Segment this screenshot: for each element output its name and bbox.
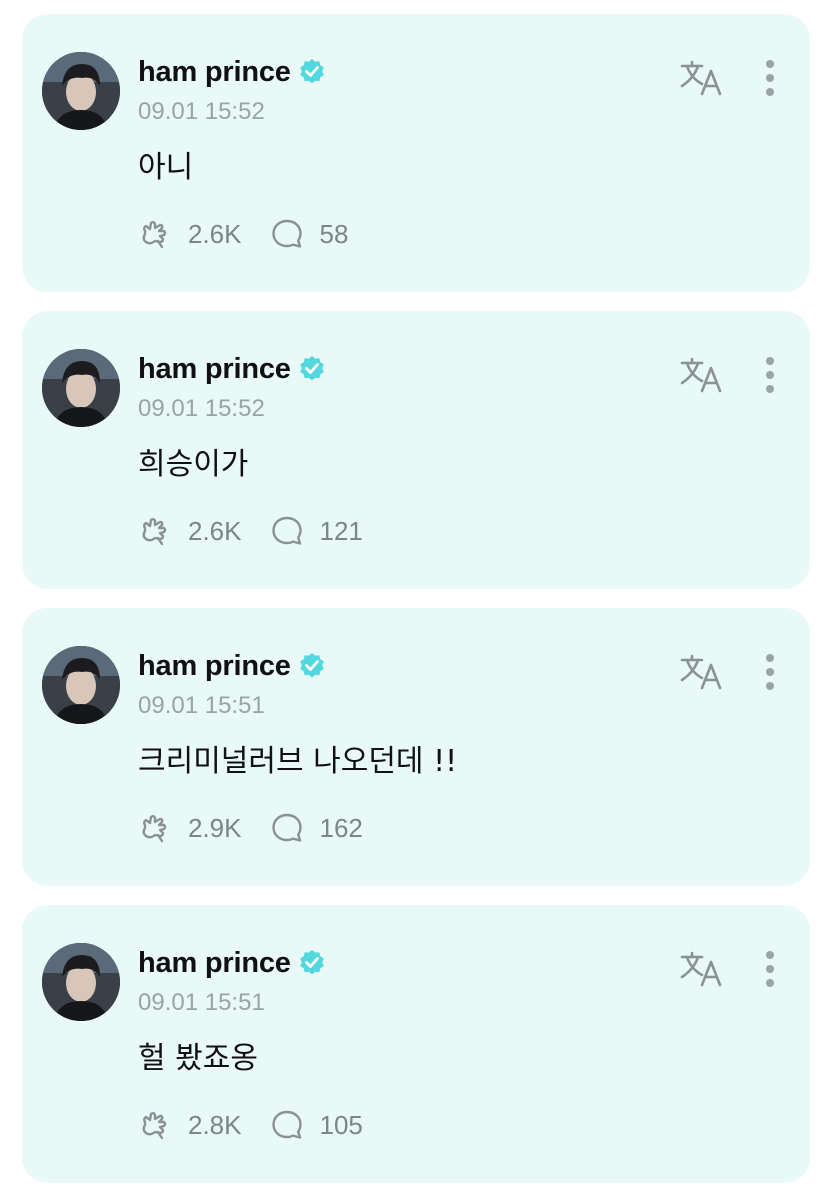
like-hand-icon[interactable] xyxy=(138,811,172,845)
author-row: ham prince xyxy=(138,351,327,387)
post-timestamp: 09.01 15:51 xyxy=(138,989,265,1016)
avatar[interactable] xyxy=(42,349,120,427)
comment-group[interactable]: 105 xyxy=(270,1108,363,1142)
post-text: 헐 봤죠옹 xyxy=(138,1041,258,1076)
more-vertical-icon[interactable] xyxy=(760,652,780,692)
comment-group[interactable]: 121 xyxy=(270,514,363,548)
author-row: ham prince xyxy=(138,945,327,981)
post-card[interactable]: ham prince 09.01 15:52 희승이가 2.6K 121 xyxy=(22,311,810,589)
comment-group[interactable]: 58 xyxy=(270,217,349,251)
post-stats: 2.9K 162 xyxy=(138,810,363,846)
like-count: 2.8K xyxy=(188,1109,242,1140)
post-feed: ham prince 09.01 15:52 아니 2.6K 58 ham pr… xyxy=(0,0,832,1200)
post-card[interactable]: ham prince 09.01 15:51 크리미널러브 나오던데 !! 2.… xyxy=(22,608,810,886)
verified-badge-icon xyxy=(297,354,327,384)
post-text: 크리미널러브 나오던데 !! xyxy=(138,744,458,779)
post-text: 희승이가 xyxy=(138,447,249,482)
comment-bubble-icon[interactable] xyxy=(270,1108,304,1142)
comment-bubble-icon[interactable] xyxy=(270,217,304,251)
like-hand-icon[interactable] xyxy=(138,1108,172,1142)
comment-group[interactable]: 162 xyxy=(270,811,363,845)
post-timestamp: 09.01 15:52 xyxy=(138,98,265,125)
comment-bubble-icon[interactable] xyxy=(270,811,304,845)
comment-count: 162 xyxy=(319,812,363,843)
more-vertical-icon[interactable] xyxy=(760,355,780,395)
like-hand-icon[interactable] xyxy=(138,217,172,251)
post-stats: 2.8K 105 xyxy=(138,1107,363,1143)
verified-badge-icon xyxy=(297,57,327,87)
like-count: 2.6K xyxy=(188,515,242,546)
avatar[interactable] xyxy=(42,646,120,724)
comment-bubble-icon[interactable] xyxy=(270,514,304,548)
author-row: ham prince xyxy=(138,648,327,684)
author-name[interactable]: ham prince xyxy=(138,353,291,386)
comment-count: 105 xyxy=(319,1109,363,1140)
translate-icon[interactable] xyxy=(678,355,724,395)
post-stats: 2.6K 58 xyxy=(138,216,348,252)
translate-icon[interactable] xyxy=(678,652,724,692)
comment-count: 121 xyxy=(319,515,363,546)
more-vertical-icon[interactable] xyxy=(760,58,780,98)
like-hand-icon[interactable] xyxy=(138,514,172,548)
post-stats: 2.6K 121 xyxy=(138,513,363,549)
post-timestamp: 09.01 15:52 xyxy=(138,395,265,422)
like-count: 2.6K xyxy=(188,218,242,249)
post-timestamp: 09.01 15:51 xyxy=(138,692,265,719)
post-text: 아니 xyxy=(138,150,194,185)
like-count: 2.9K xyxy=(188,812,242,843)
verified-badge-icon xyxy=(297,948,327,978)
translate-icon[interactable] xyxy=(678,949,724,989)
avatar[interactable] xyxy=(42,943,120,1021)
verified-badge-icon xyxy=(297,651,327,681)
author-row: ham prince xyxy=(138,54,327,90)
comment-count: 58 xyxy=(319,218,349,249)
post-card[interactable]: ham prince 09.01 15:52 아니 2.6K 58 xyxy=(22,14,810,292)
author-name[interactable]: ham prince xyxy=(138,650,291,683)
post-card[interactable]: ham prince 09.01 15:51 헐 봤죠옹 2.8K 105 xyxy=(22,905,810,1183)
avatar[interactable] xyxy=(42,52,120,130)
more-vertical-icon[interactable] xyxy=(760,949,780,989)
author-name[interactable]: ham prince xyxy=(138,56,291,89)
author-name[interactable]: ham prince xyxy=(138,947,291,980)
translate-icon[interactable] xyxy=(678,58,724,98)
